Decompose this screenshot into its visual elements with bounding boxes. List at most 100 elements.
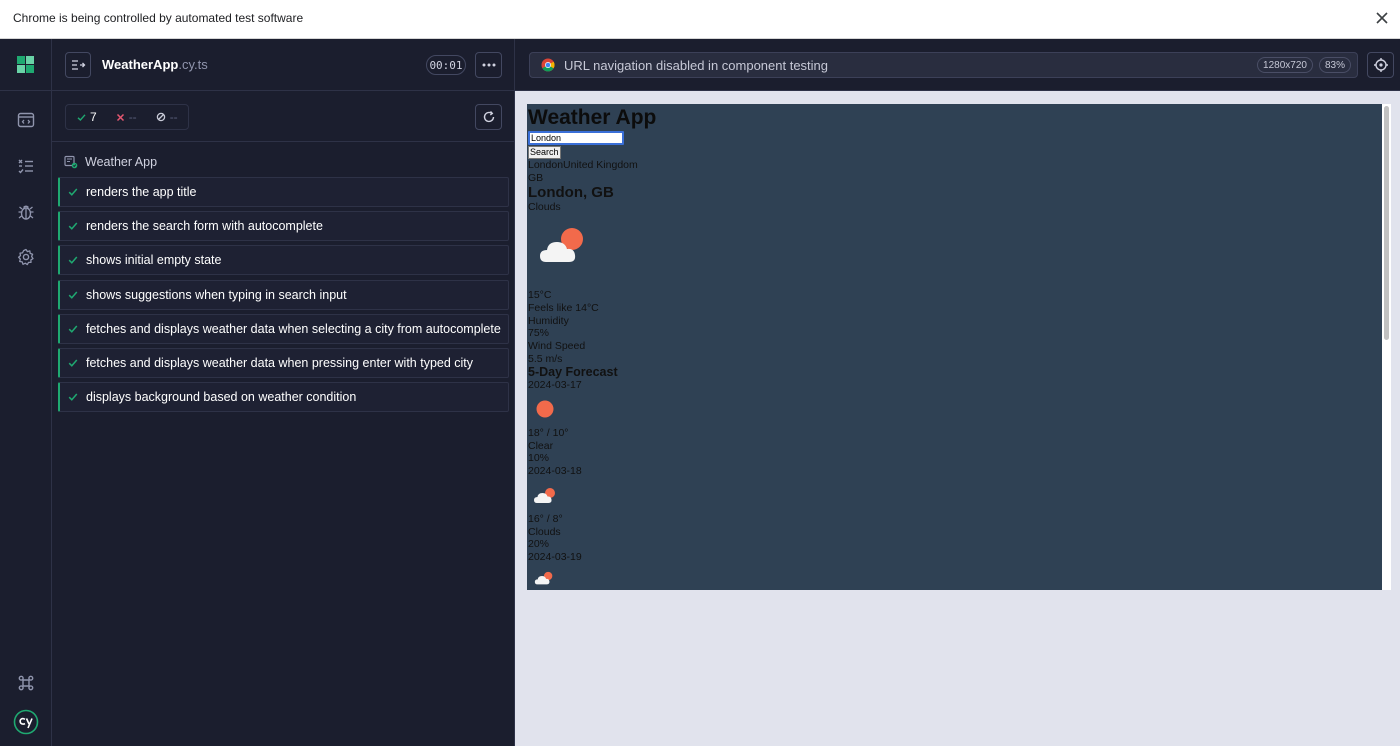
check-icon <box>68 256 78 265</box>
test-item[interactable]: shows initial empty state <box>58 245 509 276</box>
check-icon <box>68 291 78 299</box>
test-title: fetches and displays weather data when p… <box>86 355 474 370</box>
city-search-input[interactable] <box>528 131 624 145</box>
viewport-size-badge[interactable]: 1280x720 <box>1257 57 1313 73</box>
test-title: shows initial empty state <box>86 253 222 268</box>
test-item[interactable]: renders the search form with autocomplet… <box>58 211 509 242</box>
reporter-panel: WeatherApp.cy.ts 00:01 7 -- -- Weather A… <box>52 39 515 746</box>
sun-icon <box>536 400 554 418</box>
url-strip: URL navigation disabled in component tes… <box>515 39 1400 91</box>
rerun-specs-button[interactable] <box>475 104 502 130</box>
ellipsis-icon <box>482 63 495 67</box>
rail-divider <box>0 90 52 91</box>
refresh-icon <box>483 111 494 123</box>
chrome-browser-icon <box>541 58 555 72</box>
test-stats: 7 -- -- <box>65 104 189 130</box>
reporter-header: WeatherApp.cy.ts 00:01 <box>52 39 515 91</box>
check-icon <box>68 393 78 402</box>
test-item[interactable]: renders the app title <box>58 177 509 207</box>
suite-icon <box>64 155 78 169</box>
sidebar-toggle-icon <box>72 60 86 70</box>
feels-like: Feels like 14°C <box>528 301 599 314</box>
test-title: shows suggestions when typing in search … <box>86 287 347 302</box>
forecast-icon-wrap <box>528 564 1382 590</box>
spec-file-name: WeatherApp.cy.ts <box>102 57 208 72</box>
spec-base-name: WeatherApp <box>102 57 179 72</box>
humidity-value: 75% <box>528 327 550 340</box>
forecast-heading: 5-Day Forecast <box>528 365 618 380</box>
cypress-cy-logo-icon[interactable] <box>13 709 39 735</box>
forecast-temps: 16° / 8° <box>528 512 563 525</box>
automation-banner: Chrome is being controlled by automated … <box>0 0 1400 39</box>
forecast-date: 2024-03-17 <box>528 379 582 392</box>
check-icon <box>68 188 78 196</box>
toggle-specs-list-button[interactable] <box>65 52 91 78</box>
url-bar[interactable]: URL navigation disabled in component tes… <box>529 52 1358 78</box>
location-heading: London, GB <box>528 184 614 202</box>
preview-area: URL navigation disabled in component tes… <box>515 39 1400 746</box>
check-icon <box>77 113 86 121</box>
current-weather-icon-wrap <box>528 214 1382 289</box>
humidity-label: Humidity <box>528 314 569 327</box>
check-icon <box>68 222 78 231</box>
check-icon <box>68 325 78 333</box>
pending-count-value: -- <box>169 110 178 124</box>
wind-speed-value: 5.5 m/s <box>528 352 563 365</box>
pending-count: -- <box>156 110 178 124</box>
test-item[interactable]: displays background based on weather con… <box>58 382 509 413</box>
aut-iframe: Weather App Search LondonUnited Kingdom … <box>527 104 1391 590</box>
weather-app: Weather App Search LondonUnited Kingdom … <box>527 104 1382 590</box>
test-title: fetches and displays weather data when s… <box>86 321 501 336</box>
spec-extension: .cy.ts <box>178 57 208 72</box>
check-icon <box>68 359 78 367</box>
forecast-date: 2024-03-18 <box>528 465 582 478</box>
autocomplete-suggestion[interactable]: LondonUnited Kingdom <box>528 159 1382 172</box>
temperature: 15°C <box>528 289 552 302</box>
keyboard-shortcuts-icon[interactable] <box>16 673 36 693</box>
forecast-condition: Clear <box>528 439 554 452</box>
cypress-app-logo-icon[interactable] <box>17 56 35 74</box>
aut-scrollbar[interactable] <box>1384 106 1389 340</box>
test-item[interactable]: fetches and displays weather data when p… <box>58 347 509 378</box>
forecast-condition: Clouds <box>528 525 561 538</box>
zoom-level-badge[interactable]: 83% <box>1318 57 1351 73</box>
forecast-temps: 18° / 10° <box>528 427 569 440</box>
app-title: Weather App <box>528 106 657 129</box>
forecast-date: 2024-03-19 <box>528 550 582 563</box>
forecast-icon-wrap <box>528 478 1382 513</box>
suite-header[interactable]: Weather App <box>64 152 157 172</box>
run-duration-badge: 00:01 <box>426 55 466 75</box>
sidebar-rail <box>0 39 52 746</box>
settings-gear-icon[interactable] <box>16 247 36 267</box>
x-icon <box>116 113 124 121</box>
blocked-circle-icon <box>156 112 165 122</box>
forecast-precip: 20% <box>528 538 550 551</box>
stats-bar: 7 -- -- <box>52 91 515 142</box>
test-title: displays background based on weather con… <box>86 390 357 405</box>
specs-icon[interactable] <box>16 110 36 130</box>
passed-count: 7 <box>77 110 97 124</box>
test-title: renders the app title <box>86 185 197 199</box>
selector-playground-button[interactable] <box>1367 52 1394 78</box>
cloud-sun-icon <box>534 487 555 503</box>
test-list: renders the app title renders the search… <box>58 177 509 416</box>
more-options-button[interactable] <box>475 52 502 78</box>
test-item[interactable]: shows suggestions when typing in search … <box>58 279 509 310</box>
crosshair-icon <box>1373 58 1388 72</box>
test-title: renders the search form with autocomplet… <box>86 219 323 234</box>
weather-condition: Clouds <box>528 201 561 214</box>
search-button[interactable]: Search <box>528 146 561 159</box>
test-item[interactable]: fetches and displays weather data when s… <box>58 313 509 344</box>
suggestion-country: GB <box>528 171 544 184</box>
cloud-sun-icon <box>540 228 583 263</box>
failed-count: -- <box>116 110 137 124</box>
cloud-sun-icon <box>534 571 553 584</box>
runs-icon[interactable] <box>16 156 36 176</box>
debug-bug-icon[interactable] <box>16 202 36 222</box>
forecast-precip: 10% <box>528 452 550 465</box>
url-text: URL navigation disabled in component tes… <box>564 57 829 73</box>
close-icon[interactable] <box>1373 9 1391 27</box>
failed-count-value: -- <box>128 110 137 124</box>
suite-title: Weather App <box>85 155 158 169</box>
forecast-icon-wrap <box>528 392 1382 427</box>
